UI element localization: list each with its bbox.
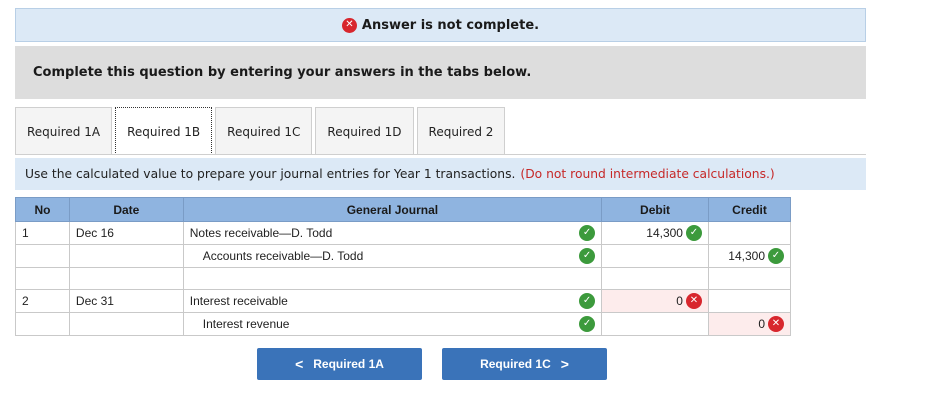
credit-cell[interactable] [707,221,792,245]
journal-table: No Date General Journal Debit Credit 1 D… [15,197,792,336]
credit-cell[interactable] [707,289,792,313]
header-no: No [15,197,70,222]
tab-required-2[interactable]: Required 2 [416,107,506,155]
question-note: Use the calculated value to prepare your… [15,158,866,190]
row-date[interactable] [68,312,184,336]
tab-divider [15,154,866,155]
table-row: 1 Dec 16 Notes receivable—D. Todd ✓ 14,3… [15,221,792,245]
check-icon: ✓ [579,248,596,264]
next-required-button[interactable]: Required 1C > [442,348,607,380]
debit-cell[interactable]: 14,300 ✓ [601,221,709,245]
status-text: Answer is not complete. [361,17,540,33]
chevron-right-icon: > [560,356,569,372]
row-no [15,244,70,268]
row-date[interactable]: Dec 16 [68,221,184,245]
header-date: Date [68,197,184,222]
debit-cell[interactable]: 0 ✕ [601,289,709,313]
table-row: Accounts receivable—D. Todd ✓ 14,300 ✓ [15,244,792,268]
instruction-panel: Complete this question by entering your … [15,46,866,99]
account-cell[interactable] [182,267,603,290]
check-icon: ✓ [579,316,596,332]
tab-required-1c[interactable]: Required 1C [215,107,313,155]
table-row [15,267,792,290]
check-icon: ✓ [579,293,596,309]
error-icon: ✕ [341,17,357,33]
account-name: Interest revenue [202,317,290,331]
account-cell[interactable]: Interest revenue ✓ [182,312,603,336]
header-general-journal: General Journal [182,197,603,222]
row-no [15,312,70,336]
check-icon: ✓ [685,225,702,241]
account-name: Interest receivable [189,294,288,308]
row-no [15,267,70,290]
credit-value: 0 [758,317,765,331]
tab-required-1b[interactable]: Required 1B [115,107,213,155]
note-text: Use the calculated value to prepare your… [25,167,516,181]
instruction-text: Complete this question by entering your … [33,65,532,80]
account-cell[interactable]: Interest receivable ✓ [182,289,603,313]
header-debit: Debit [601,197,709,222]
check-icon: ✓ [768,248,784,264]
chevron-left-icon: < [295,356,304,372]
row-date[interactable]: Dec 31 [68,289,184,313]
table-row: 2 Dec 31 Interest receivable ✓ 0 ✕ [15,289,792,313]
note-warning: (Do not round intermediate calculations.… [520,167,775,181]
prev-required-button[interactable]: < Required 1A [257,348,422,380]
account-name: Notes receivable—D. Todd [189,226,333,240]
next-button-label: Required 1C [480,357,551,371]
tab-required-1d[interactable]: Required 1D [315,107,414,155]
account-cell[interactable]: Notes receivable—D. Todd ✓ [182,221,603,245]
credit-cell[interactable] [707,267,792,290]
credit-cell[interactable]: 14,300 ✓ [707,244,792,268]
debit-value: 0 [676,294,683,308]
status-banner: ✕ Answer is not complete. [15,8,866,42]
debit-cell[interactable] [601,312,709,336]
cross-icon: ✕ [685,293,702,309]
tab-required-1a[interactable]: Required 1A [15,107,113,155]
row-no: 1 [15,221,70,245]
debit-cell[interactable] [601,267,709,290]
table-row: Interest revenue ✓ 0 ✕ [15,312,792,336]
debit-value: 14,300 [646,226,683,240]
credit-value: 14,300 [728,249,765,263]
row-no: 2 [15,289,70,313]
row-date[interactable] [68,244,184,268]
cross-icon: ✕ [768,316,784,332]
debit-cell[interactable] [601,244,709,268]
header-credit: Credit [707,197,792,222]
credit-cell[interactable]: 0 ✕ [707,312,792,336]
table-header-row: No Date General Journal Debit Credit [15,197,792,222]
tab-bar: Required 1A Required 1B Required 1C Requ… [15,107,508,155]
row-date[interactable] [68,267,184,290]
account-cell[interactable]: Accounts receivable—D. Todd ✓ [182,244,603,268]
account-name: Accounts receivable—D. Todd [202,249,364,263]
check-icon: ✓ [579,225,596,241]
prev-button-label: Required 1A [313,357,384,371]
